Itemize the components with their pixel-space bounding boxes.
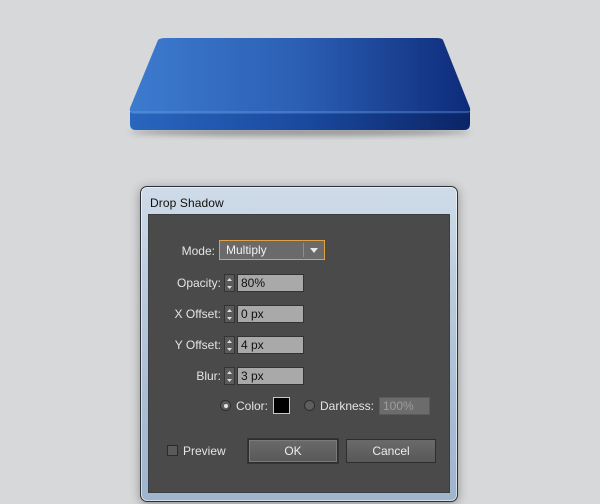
- blur-label: Blur:: [196, 369, 221, 383]
- y-offset-label: Y Offset:: [174, 338, 221, 352]
- color-label: Color:: [236, 399, 269, 413]
- dialog-title: Drop Shadow: [150, 196, 224, 210]
- cancel-button[interactable]: Cancel: [346, 439, 436, 463]
- mode-dropdown[interactable]: Multiply: [219, 240, 325, 260]
- y-offset-stepper[interactable]: [224, 336, 235, 354]
- darkness-radio[interactable]: [304, 400, 315, 411]
- ok-button[interactable]: OK: [248, 439, 338, 463]
- blur-input[interactable]: 3 px: [237, 367, 304, 385]
- artboard-shape[interactable]: [0, 0, 600, 160]
- mode-value: Multiply: [226, 243, 267, 257]
- opacity-label: Opacity:: [176, 276, 221, 290]
- mode-label: Mode:: [181, 244, 215, 258]
- color-radio[interactable]: [220, 400, 231, 411]
- shape-side: [130, 112, 470, 130]
- opacity-input[interactable]: 80%: [237, 274, 304, 292]
- preview-checkbox[interactable]: [167, 445, 178, 456]
- radio-selected-dot: [223, 403, 228, 408]
- opacity-stepper[interactable]: [224, 274, 235, 292]
- shadow-color-swatch[interactable]: [273, 397, 290, 414]
- y-offset-input[interactable]: 4 px: [237, 336, 304, 354]
- down-arrow-icon: [227, 285, 232, 289]
- up-arrow-icon: [227, 370, 232, 374]
- drop-shadow-dialog: Drop Shadow Mode: Multiply Opacity: 80% …: [140, 186, 458, 502]
- blur-stepper[interactable]: [224, 367, 235, 385]
- chevron-down-icon: [304, 241, 324, 259]
- up-arrow-icon: [227, 277, 232, 281]
- x-offset-label: X Offset:: [174, 307, 221, 321]
- preview-label: Preview: [183, 444, 226, 458]
- shape-top-face: [129, 38, 471, 114]
- darkness-label: Darkness:: [320, 399, 375, 413]
- up-arrow-icon: [227, 339, 232, 343]
- x-offset-stepper[interactable]: [224, 305, 235, 323]
- up-arrow-icon: [227, 308, 232, 312]
- down-arrow-icon: [227, 378, 232, 382]
- down-arrow-icon: [227, 347, 232, 351]
- x-offset-input[interactable]: 0 px: [237, 305, 304, 323]
- down-arrow-icon: [227, 316, 232, 320]
- dialog-panel: Mode: Multiply Opacity: 80% X Offset: 0 …: [148, 214, 450, 493]
- darkness-input[interactable]: 100%: [379, 397, 430, 415]
